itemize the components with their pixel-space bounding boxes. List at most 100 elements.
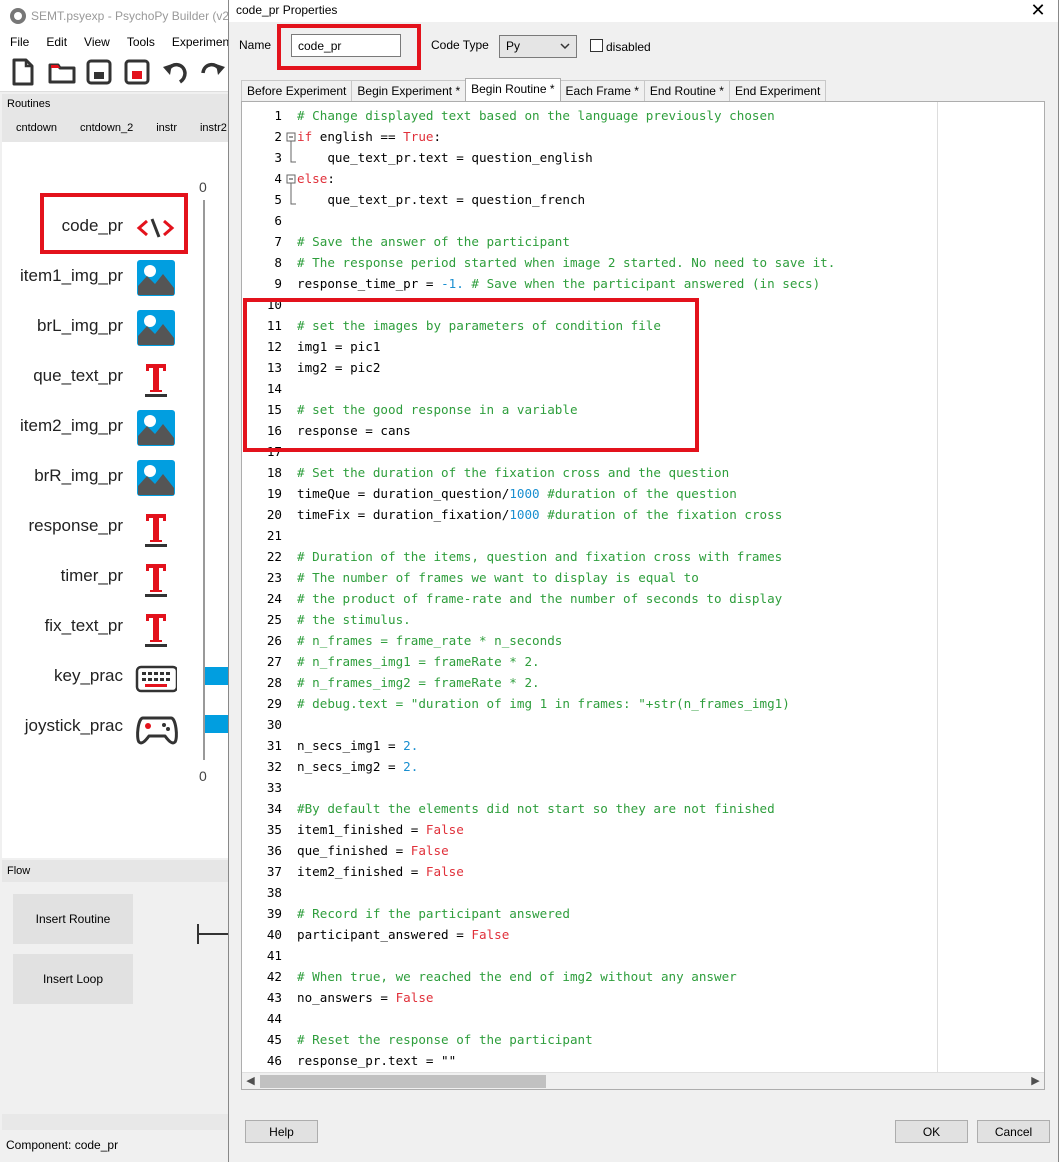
code-text: item2_finished = False: [297, 864, 464, 879]
code-line[interactable]: 30: [242, 714, 942, 735]
scroll-left-icon[interactable]: ◀: [242, 1073, 259, 1089]
code-text: img2 = pic2: [297, 360, 381, 375]
code-line[interactable]: 8 # The response period started when imag…: [242, 252, 942, 273]
new-file-icon[interactable]: [10, 58, 36, 86]
tab-begin-routine[interactable]: Begin Routine *: [465, 78, 561, 101]
code-line[interactable]: 5 que_text_pr.text = question_french: [242, 189, 942, 210]
code-line[interactable]: 13 img2 = pic2: [242, 357, 942, 378]
menu-edit[interactable]: Edit: [36, 35, 74, 49]
code-line[interactable]: 29 # debug.text = "duration of img 1 in f…: [242, 693, 942, 714]
code-line[interactable]: 40 participant_answered = False: [242, 924, 942, 945]
name-label: Name: [239, 38, 272, 52]
code-text: timeQue = duration_question/1000 #durati…: [297, 486, 737, 501]
undo-icon[interactable]: [162, 58, 188, 86]
code-line[interactable]: 42 # When true, we reached the end of img…: [242, 966, 942, 987]
code-line[interactable]: 26 # n_frames = frame_rate * n_seconds: [242, 630, 942, 651]
code-line[interactable]: 23 # The number of frames we want to disp…: [242, 567, 942, 588]
code-line[interactable]: 28 # n_frames_img2 = frameRate * 2.: [242, 672, 942, 693]
component-response-pr[interactable]: response_pr: [2, 504, 238, 554]
code-line[interactable]: 22 # Duration of the items, question and …: [242, 546, 942, 567]
code-line[interactable]: 38: [242, 882, 942, 903]
code-line[interactable]: 32 n_secs_img2 = 2.: [242, 756, 942, 777]
insert-loop-button[interactable]: Insert Loop: [13, 954, 133, 1004]
code-line[interactable]: 39 # Record if the participant answered: [242, 903, 942, 924]
component-label: brL_img_pr: [37, 316, 123, 335]
tab-end-experiment[interactable]: End Experiment: [728, 80, 827, 101]
menu-file[interactable]: File: [0, 35, 36, 49]
code-line[interactable]: 25 # the stimulus.: [242, 609, 942, 630]
component-brr-img-pr[interactable]: brR_img_pr: [2, 454, 238, 504]
line-number: 45: [266, 1032, 282, 1047]
code-line[interactable]: 43 no_answers = False: [242, 987, 942, 1008]
routine-tab-cntdown[interactable]: cntdown: [2, 122, 66, 134]
code-line[interactable]: 41: [242, 945, 942, 966]
code-line[interactable]: 6: [242, 210, 942, 231]
ok-button[interactable]: OK: [895, 1120, 968, 1143]
code-line[interactable]: 37 item2_finished = False: [242, 861, 942, 882]
component-key-prac[interactable]: key_prac: [2, 654, 238, 704]
tab-end-routine[interactable]: End Routine *: [643, 80, 730, 101]
code-line[interactable]: 17: [242, 441, 942, 462]
code-line[interactable]: 2 if english == True:: [242, 126, 942, 147]
code-line[interactable]: 24 # the product of frame-rate and the nu…: [242, 588, 942, 609]
open-folder-icon[interactable]: [48, 58, 76, 86]
code-line[interactable]: 7 # Save the answer of the participant: [242, 231, 942, 252]
component-timer-pr[interactable]: timer_pr: [2, 554, 238, 604]
code-line[interactable]: 31 n_secs_img1 = 2.: [242, 735, 942, 756]
code-line[interactable]: 18 # Set the duration of the fixation cro…: [242, 462, 942, 483]
help-button[interactable]: Help: [245, 1120, 318, 1143]
routine-tab-instr[interactable]: instr: [142, 122, 186, 134]
code-line[interactable]: 19 timeQue = duration_question/1000 #dura…: [242, 483, 942, 504]
code-line[interactable]: 14: [242, 378, 942, 399]
name-field[interactable]: [291, 34, 401, 57]
code-line[interactable]: 27 # n_frames_img1 = frameRate * 2.: [242, 651, 942, 672]
line-number: 12: [266, 339, 282, 354]
code-line[interactable]: 46 response_pr.text = "": [242, 1050, 942, 1071]
code-line[interactable]: 10: [242, 294, 942, 315]
code-line[interactable]: 33: [242, 777, 942, 798]
component-joystick-prac[interactable]: joystick_prac: [2, 704, 238, 754]
code-line[interactable]: 34 #By default the elements did not start…: [242, 798, 942, 819]
component-code-pr[interactable]: code_pr: [2, 204, 238, 254]
code-line[interactable]: 21: [242, 525, 942, 546]
tab-before-experiment[interactable]: Before Experiment: [241, 80, 353, 101]
component-que-text-pr[interactable]: que_text_pr: [2, 354, 238, 404]
code-line[interactable]: 3 que_text_pr.text = question_english: [242, 147, 942, 168]
code-line[interactable]: 1 # Change displayed text based on the la…: [242, 105, 942, 126]
redo-icon[interactable]: [200, 58, 226, 86]
tab-each-frame[interactable]: Each Frame *: [559, 80, 645, 101]
disabled-checkbox[interactable]: [590, 39, 603, 52]
code-line[interactable]: 35 item1_finished = False: [242, 819, 942, 840]
code-line[interactable]: 11 # set the images by parameters of cond…: [242, 315, 942, 336]
code-line[interactable]: 16 response = cans: [242, 420, 942, 441]
code-line[interactable]: 4 else:: [242, 168, 942, 189]
code-line[interactable]: 12 img1 = pic1: [242, 336, 942, 357]
code-line[interactable]: 20 timeFix = duration_fixation/1000 #dura…: [242, 504, 942, 525]
code-line[interactable]: 15 # set the good response in a variable: [242, 399, 942, 420]
code-line[interactable]: 44: [242, 1008, 942, 1029]
scroll-right-icon[interactable]: ▶: [1027, 1073, 1044, 1089]
code-line[interactable]: 9 response_time_pr = -1. # Save when the …: [242, 273, 942, 294]
insert-routine-button[interactable]: Insert Routine: [13, 894, 133, 944]
save-as-icon[interactable]: [124, 58, 150, 86]
code-type-select[interactable]: Py: [499, 35, 577, 58]
line-number: 13: [266, 360, 282, 375]
component-brl-img-pr[interactable]: brL_img_pr: [2, 304, 238, 354]
builder-horizontal-scrollbar[interactable]: [2, 1114, 238, 1130]
code-horizontal-scrollbar[interactable]: ◀ ▶: [242, 1072, 1044, 1089]
code-line[interactable]: 36 que_finished = False: [242, 840, 942, 861]
code-editor[interactable]: 1 # Change displayed text based on the la…: [241, 101, 1045, 1090]
component-fix-text-pr[interactable]: fix_text_pr: [2, 604, 238, 654]
menu-tools[interactable]: Tools: [117, 35, 162, 49]
component-item2-img-pr[interactable]: item2_img_pr: [2, 404, 238, 454]
scroll-thumb[interactable]: [260, 1075, 546, 1088]
tab-begin-experiment[interactable]: Begin Experiment *: [351, 80, 467, 101]
close-icon[interactable]: ✕: [1026, 0, 1050, 22]
component-item1-img-pr[interactable]: item1_img_pr: [2, 254, 238, 304]
save-icon[interactable]: [86, 58, 112, 86]
component-label: code_pr: [61, 216, 123, 235]
cancel-button[interactable]: Cancel: [977, 1120, 1050, 1143]
code-line[interactable]: 45 # Reset the response of the participan…: [242, 1029, 942, 1050]
menu-view[interactable]: View: [74, 35, 117, 49]
routine-tab-cntdown-2[interactable]: cntdown_2: [66, 122, 142, 134]
